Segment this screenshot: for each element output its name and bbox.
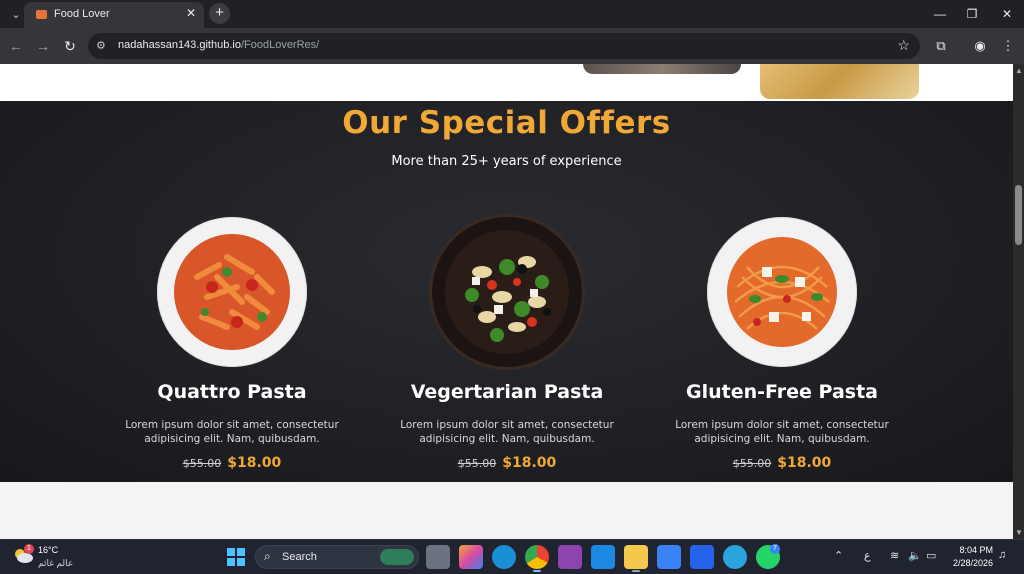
- browser-toolbar: ← → ↻ ⚙ nadahassan143.github.io/FoodLove…: [0, 28, 1024, 64]
- window-close-icon[interactable]: ✕: [992, 4, 1022, 24]
- section-subtitle: More than 25+ years of experience: [391, 154, 622, 169]
- old-price: $55.00: [457, 457, 497, 470]
- browser-tab-bar: ⌄ Food Lover ✕ + — ❐ ✕: [0, 0, 1024, 28]
- profile-avatar-icon[interactable]: ◉: [970, 36, 990, 56]
- bookmark-star-icon[interactable]: ☆: [897, 37, 910, 54]
- gallery-image: [583, 64, 741, 74]
- restore-icon[interactable]: ❐: [957, 4, 987, 24]
- dish-image: [707, 217, 857, 367]
- section-title: Our Special Offers: [342, 105, 671, 141]
- new-tab-button[interactable]: +: [209, 3, 230, 24]
- clock-time[interactable]: 8:04 PM: [955, 545, 993, 555]
- wifi-icon[interactable]: ≋: [890, 549, 899, 562]
- active-app-indicator: [533, 570, 541, 572]
- extensions-icon[interactable]: ⧉: [931, 36, 951, 56]
- price-row: $55.00 $18.00: [647, 454, 917, 472]
- dish-description: Lorem ipsum dolor sit amet, consectetur …: [125, 419, 339, 445]
- search-highlight-image: [380, 549, 414, 565]
- offer-card: Quattro Pasta Lorem ipsum dolor sit amet…: [97, 217, 367, 477]
- volume-icon[interactable]: 🔈: [908, 549, 922, 562]
- old-price: $55.00: [732, 457, 772, 470]
- dish-name: Gluten-Free Pasta: [686, 381, 878, 403]
- reload-icon[interactable]: ↻: [60, 36, 80, 56]
- file-explorer-icon[interactable]: [624, 545, 648, 569]
- scroll-down-icon[interactable]: ▼: [1015, 528, 1023, 537]
- browser-tab[interactable]: Food Lover ✕: [24, 2, 204, 28]
- offer-card: Gluten-Free Pasta Lorem ipsum dolor sit …: [647, 217, 917, 477]
- dish-description: Lorem ipsum dolor sit amet, consectetur …: [400, 419, 614, 445]
- dish-name: Quattro Pasta: [157, 381, 307, 403]
- page-viewport: Our Special Offers More than 25+ years o…: [0, 64, 1013, 539]
- favicon-icon: [36, 10, 47, 19]
- new-price: $18.00: [227, 455, 282, 471]
- gallery-image: [760, 64, 919, 99]
- old-price: $55.00: [182, 457, 222, 470]
- url-path: /FoodLoverRes/: [240, 39, 320, 51]
- dish-description: Lorem ipsum dolor sit amet, consectetur …: [675, 419, 889, 445]
- minimize-icon[interactable]: —: [925, 4, 955, 24]
- battery-icon[interactable]: ▭: [926, 549, 936, 562]
- input-language[interactable]: ع: [864, 549, 871, 562]
- scroll-thumb[interactable]: [1015, 185, 1022, 245]
- url-host: nadahassan143.github.io: [118, 39, 241, 51]
- chrome-icon[interactable]: [525, 545, 549, 569]
- show-hidden-icons-chevron-icon[interactable]: ⌃: [834, 549, 843, 562]
- taskbar-search[interactable]: ⌕ Search: [255, 545, 419, 569]
- running-app-indicator: [632, 570, 640, 572]
- search-icon: ⌕: [264, 549, 271, 563]
- vscode-icon[interactable]: [591, 545, 615, 569]
- outlook-icon[interactable]: [690, 545, 714, 569]
- back-icon[interactable]: ←: [6, 36, 26, 56]
- more-menu-icon[interactable]: ⋮: [998, 36, 1018, 56]
- offer-card: Vegertarian Pasta Lorem ipsum dolor sit …: [372, 217, 642, 477]
- address-bar[interactable]: ⚙ nadahassan143.github.io/FoodLoverRes/ …: [88, 33, 920, 59]
- windows-taskbar: 1 16°C عالم غائم ⌕ Search 7 ⌃ ع ≋ 🔈 ▭ 8:…: [0, 539, 1024, 574]
- price-row: $55.00 $18.00: [97, 454, 367, 472]
- url-text[interactable]: nadahassan143.github.io/FoodLoverRes/: [118, 39, 319, 51]
- tab-title: Food Lover: [54, 8, 110, 20]
- page-scrollbar[interactable]: ▲ ▼: [1013, 64, 1024, 539]
- forward-icon[interactable]: →: [33, 36, 53, 56]
- dish-image: [432, 217, 582, 367]
- new-price: $18.00: [502, 455, 557, 471]
- new-price: $18.00: [777, 455, 832, 471]
- clock-date[interactable]: 2/28/2026: [948, 558, 993, 568]
- scroll-up-icon[interactable]: ▲: [1015, 66, 1023, 75]
- notification-bell-icon[interactable]: ♫: [998, 549, 1006, 561]
- weather-temperature[interactable]: 16°C: [38, 545, 58, 555]
- microsoft-store-icon[interactable]: [657, 545, 681, 569]
- edge-icon[interactable]: [492, 545, 516, 569]
- task-view-icon[interactable]: [426, 545, 450, 569]
- site-info-icon[interactable]: ⚙: [96, 39, 106, 52]
- search-label: Search: [282, 551, 317, 563]
- tab-close-icon[interactable]: ✕: [186, 6, 196, 20]
- dish-image: [157, 217, 307, 367]
- weather-description[interactable]: عالم غائم: [38, 558, 73, 569]
- copilot-icon[interactable]: [459, 545, 483, 569]
- visual-studio-icon[interactable]: [558, 545, 582, 569]
- special-offers-section: Our Special Offers More than 25+ years o…: [0, 101, 1013, 482]
- price-row: $55.00 $18.00: [372, 454, 642, 472]
- weather-badge: 1: [24, 544, 34, 554]
- dish-name: Vegertarian Pasta: [410, 381, 604, 403]
- previous-section: [0, 64, 1013, 101]
- windows-start-icon[interactable]: [227, 548, 245, 566]
- telegram-icon[interactable]: [723, 545, 747, 569]
- tab-search-chevron-icon[interactable]: ⌄: [6, 4, 26, 24]
- whatsapp-badge: 7: [770, 544, 780, 554]
